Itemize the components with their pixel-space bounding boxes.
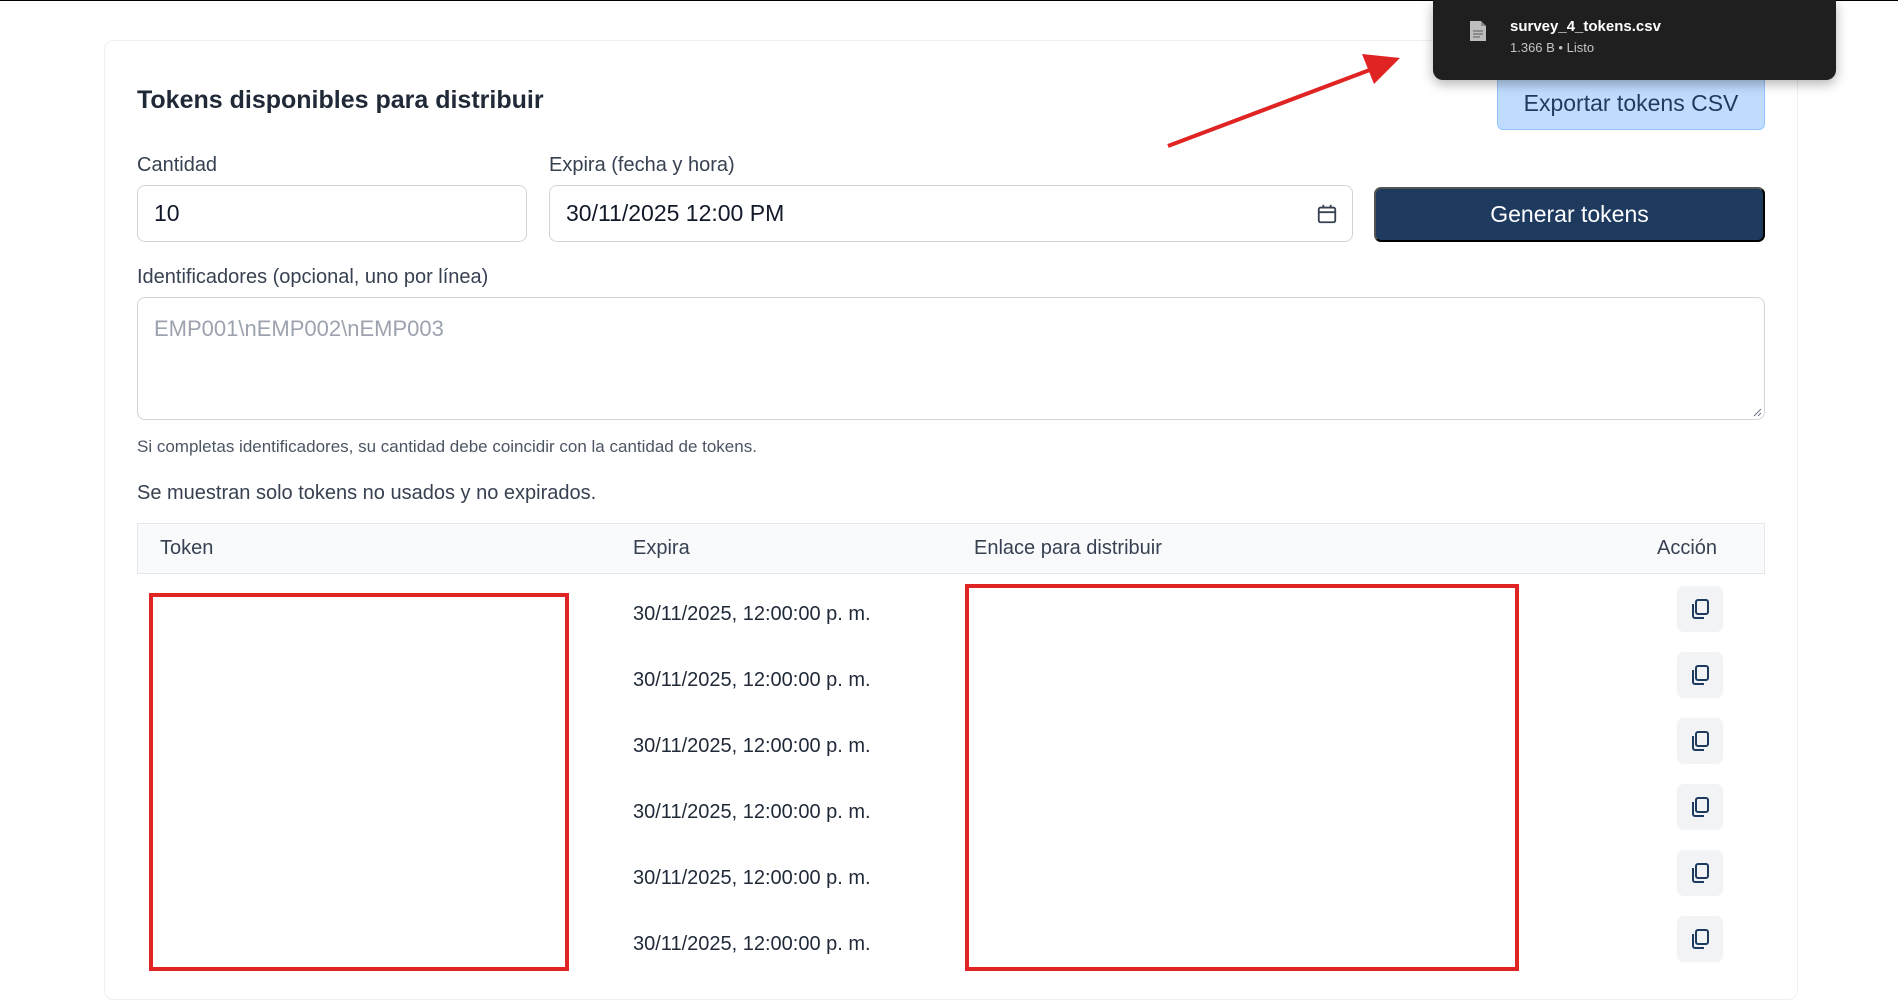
copy-icon	[1692, 665, 1709, 685]
copy-icon	[1692, 731, 1709, 751]
table-header: Token Expira Enlace para distribuir Acci…	[137, 523, 1765, 574]
download-filename: survey_4_tokens.csv	[1510, 18, 1661, 35]
row-expira: 30/11/2025, 12:00:00 p. m.	[633, 867, 871, 889]
calendar-icon[interactable]	[1316, 203, 1338, 225]
col-expira: Expira	[633, 537, 690, 559]
copy-icon	[1692, 599, 1709, 619]
copy-link-button[interactable]	[1677, 718, 1723, 764]
row-expira: 30/11/2025, 12:00:00 p. m.	[633, 669, 871, 691]
file-icon	[1470, 21, 1486, 41]
identificadores-label: Identificadores (opcional, uno por línea…	[137, 266, 489, 288]
copy-link-button[interactable]	[1677, 784, 1723, 830]
section-title: Tokens disponibles para distribuir	[137, 86, 544, 114]
copy-link-button[interactable]	[1677, 586, 1723, 632]
identificadores-textarea[interactable]: EMP001\nEMP002\nEMP003	[137, 297, 1765, 420]
tokens-info-text: Se muestran solo tokens no usados y no e…	[137, 482, 597, 504]
row-expira: 30/11/2025, 12:00:00 p. m.	[633, 801, 871, 823]
expira-label: Expira (fecha y hora)	[549, 154, 735, 176]
export-csv-button[interactable]: Exportar tokens CSV	[1497, 76, 1765, 130]
copy-link-button[interactable]	[1677, 916, 1723, 962]
identificadores-placeholder: EMP001\nEMP002\nEMP003	[154, 316, 444, 341]
col-token: Token	[160, 537, 214, 559]
copy-link-button[interactable]	[1677, 850, 1723, 896]
download-notification[interactable]: survey_4_tokens.csv 1.366 B • Listo	[1433, 0, 1836, 80]
redaction-box-tokens	[149, 593, 569, 971]
copy-icon	[1692, 797, 1709, 817]
col-accion: Acción	[1657, 537, 1718, 559]
resize-handle-icon[interactable]	[1752, 407, 1762, 417]
row-expira: 30/11/2025, 12:00:00 p. m.	[633, 735, 871, 757]
redaction-box-links	[965, 584, 1519, 971]
identificadores-hint: Si completas identificadores, su cantida…	[137, 437, 757, 456]
row-expira: 30/11/2025, 12:00:00 p. m.	[633, 603, 871, 625]
download-meta: 1.366 B • Listo	[1510, 40, 1595, 55]
generate-tokens-button[interactable]: Generar tokens	[1374, 187, 1765, 242]
col-enlace: Enlace para distribuir	[974, 537, 1162, 559]
copy-icon	[1692, 929, 1709, 949]
expira-datetime-input[interactable]: 30/11/2025 12:00 PM	[549, 185, 1353, 242]
row-expira: 30/11/2025, 12:00:00 p. m.	[633, 933, 871, 955]
copy-icon	[1692, 863, 1709, 883]
cantidad-input[interactable]: 10	[137, 185, 527, 242]
expira-value: 30/11/2025 12:00 PM	[566, 200, 785, 226]
copy-link-button[interactable]	[1677, 652, 1723, 698]
cantidad-label: Cantidad	[137, 154, 218, 176]
